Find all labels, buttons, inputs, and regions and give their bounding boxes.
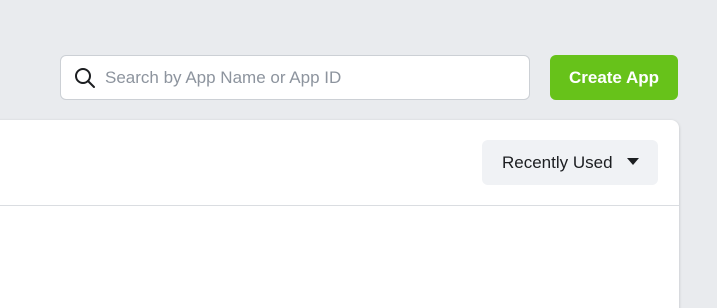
panel-header: Recently Used	[0, 120, 679, 206]
apps-panel: Recently Used	[0, 120, 679, 308]
search-icon	[73, 66, 97, 90]
caret-down-icon	[627, 158, 639, 165]
app-dashboard: Create App Recently Used	[0, 0, 717, 308]
sort-dropdown-label: Recently Used	[502, 152, 613, 172]
sort-dropdown[interactable]: Recently Used	[482, 140, 658, 185]
search-input[interactable]	[105, 57, 505, 98]
search-box[interactable]	[60, 55, 530, 100]
create-app-button[interactable]: Create App	[550, 55, 678, 100]
